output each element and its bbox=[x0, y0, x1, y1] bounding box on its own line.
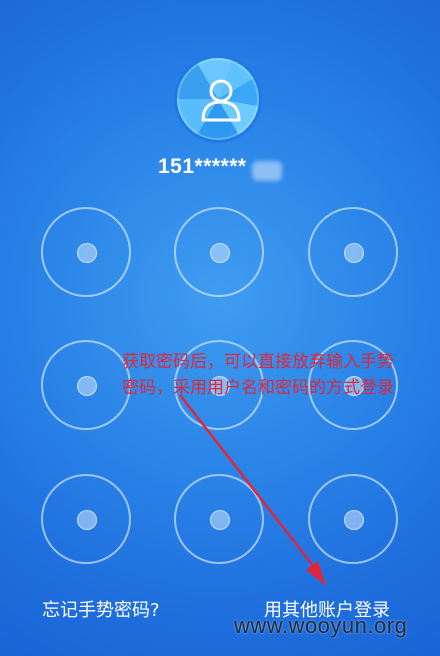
pattern-dot bbox=[344, 510, 364, 530]
pattern-node-3[interactable] bbox=[308, 207, 398, 297]
pattern-dot bbox=[344, 243, 364, 263]
avatar bbox=[174, 55, 262, 143]
annotation-line-2: 密码，采用用户名和密码的方式登录 bbox=[122, 378, 394, 398]
pattern-node-7[interactable] bbox=[41, 474, 131, 564]
watermark: www.wooyun.org bbox=[234, 613, 408, 638]
pattern-dot bbox=[210, 510, 230, 530]
pattern-dot bbox=[77, 243, 97, 263]
annotation-text: 获取密码后，可以直接放弃输入手势 密码，采用用户名和密码的方式登录 bbox=[122, 349, 432, 401]
pattern-node-4[interactable] bbox=[41, 340, 131, 430]
pattern-node-1[interactable] bbox=[41, 207, 131, 297]
annotation-line-1: 获取密码后，可以直接放弃输入手势 bbox=[122, 352, 394, 372]
masked-digits bbox=[252, 161, 282, 181]
user-icon bbox=[201, 79, 241, 122]
pattern-dot bbox=[210, 243, 230, 263]
pattern-node-8[interactable] bbox=[174, 474, 264, 564]
account-name: 151****** bbox=[158, 155, 247, 178]
pattern-node-2[interactable] bbox=[174, 207, 264, 297]
pattern-dot bbox=[77, 510, 97, 530]
pattern-node-9[interactable] bbox=[308, 474, 398, 564]
pattern-dot bbox=[77, 376, 97, 396]
forgot-gesture-password-link[interactable]: 忘记手势密码? bbox=[42, 596, 160, 622]
